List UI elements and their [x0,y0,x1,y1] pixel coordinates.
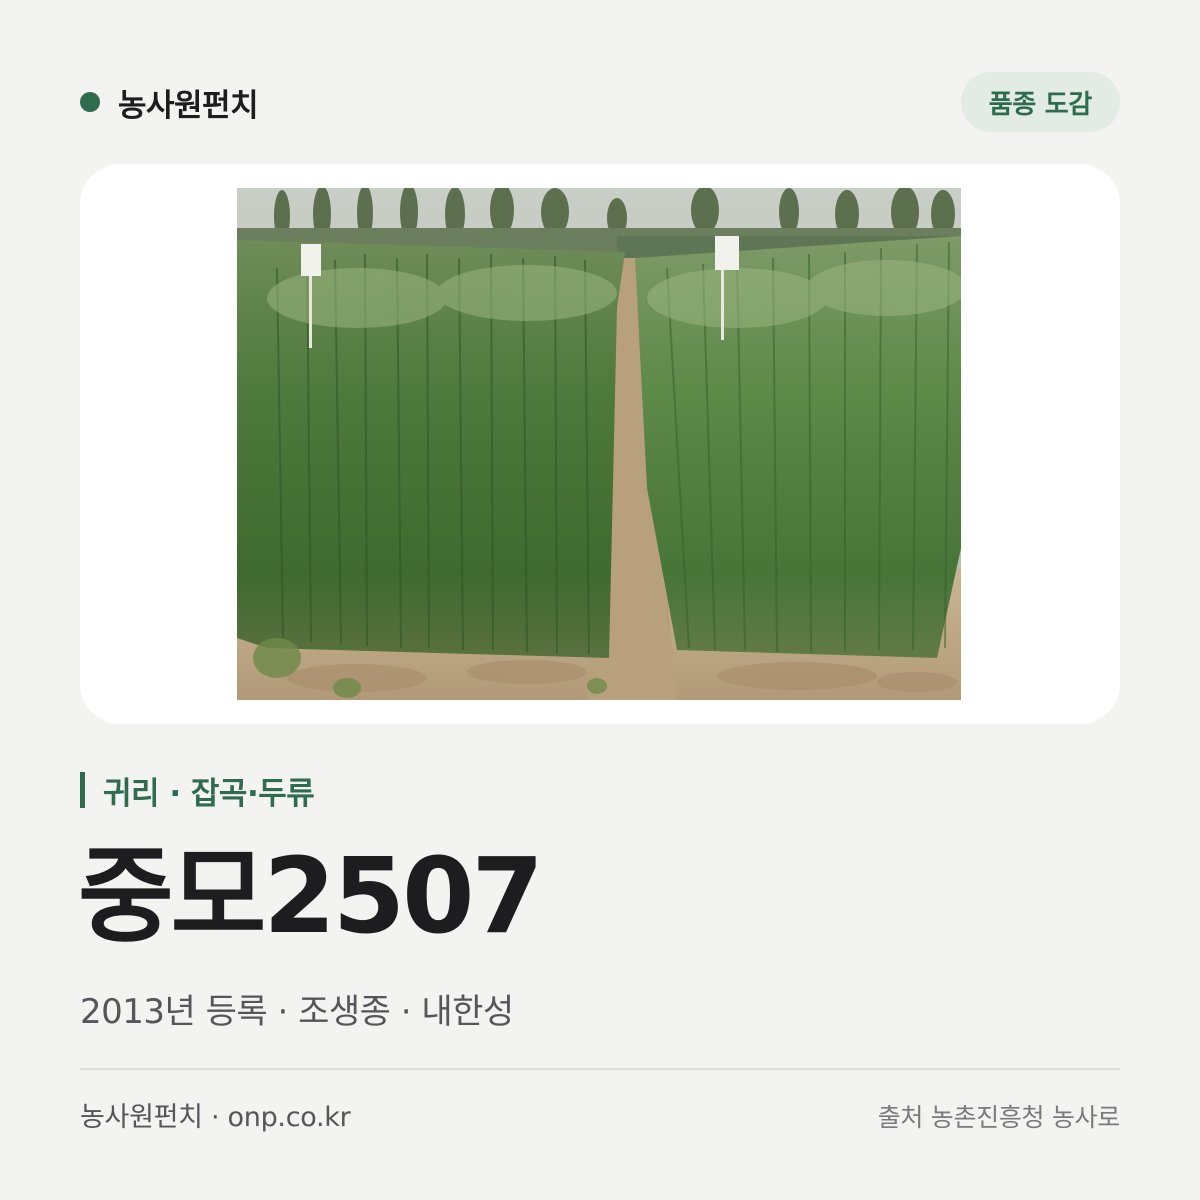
category-badge[interactable]: 품종 도감 [960,72,1120,132]
variety-meta: 2013년 등록 · 조생종 · 내한성 [80,992,514,1032]
brand: 농사원펀치 [80,80,259,124]
divider [80,1068,1120,1070]
footer-site[interactable]: 농사원펀치 · onp.co.kr [80,1100,351,1136]
variety-name: 중모2507 [78,835,544,957]
photo-card [80,164,1120,724]
category-label: 귀리 · 잡곡·두류 [103,775,315,812]
variety-category: 귀리 · 잡곡·두류 [80,768,315,812]
category-bar [80,772,85,808]
oat-field-photo [237,188,961,700]
brand-name: 농사원펀치 [118,87,259,124]
variety-card-page: 농사원펀치 품종 도감 귀리 · 잡곡·두류 중모2507 2013년 등록 ·… [0,0,1200,1200]
footer-source: 출처 농촌진흥청 농사로 [877,1103,1121,1132]
brand-dot-icon [80,92,100,112]
